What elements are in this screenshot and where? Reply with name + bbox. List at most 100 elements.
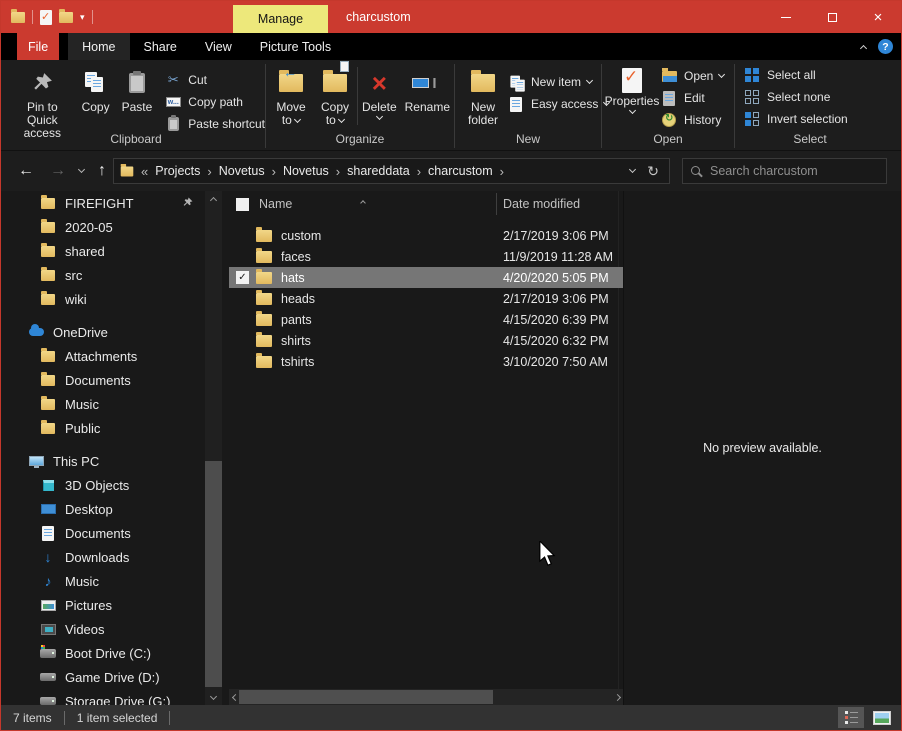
paste-button[interactable]: Paste [118,63,157,116]
qat-new-folder-icon[interactable] [59,12,73,23]
sidebar-item-music[interactable]: Music [1,392,205,416]
refresh-icon[interactable]: ↻ [647,163,659,180]
column-divider[interactable] [496,193,497,215]
column-header-name[interactable]: Name [259,197,292,211]
delete-button[interactable]: × Delete [358,63,401,124]
sidebar-item-desktop[interactable]: Desktop [1,497,205,521]
file-row[interactable]: shirts 4/15/2020 6:32 PM [229,330,623,351]
qat-properties-icon[interactable]: ✓ [40,10,52,25]
tab-manage[interactable]: Manage [233,5,328,33]
select-all-checkbox[interactable] [236,198,249,211]
sidebar-item-boot-drive-c-[interactable]: Boot Drive (C:) [1,641,205,665]
tab-view[interactable]: View [191,33,246,60]
address-bar[interactable]: « Projects › Novetus › Novetus › shareddata › ch… [113,158,670,184]
sidebar-item-downloads[interactable]: Downloads [1,545,205,569]
scroll-down-icon[interactable] [205,691,222,705]
select-all-button[interactable]: Select all [743,64,816,86]
breadcrumb-segment[interactable]: Projects [155,164,200,178]
file-name: tshirts [281,355,314,369]
file-name: custom [281,229,321,243]
sidebar-item-src[interactable]: src [1,263,205,287]
sidebar-item-wiki[interactable]: wiki [1,287,205,311]
file-row[interactable]: custom 2/17/2019 3:06 PM [229,225,623,246]
copy-path-button[interactable]: w... Copy path [164,91,265,113]
sidebar-scrollbar[interactable] [205,191,222,705]
qat-customize-caret-icon[interactable]: ▾ [80,12,85,23]
history-button[interactable]: History [660,109,724,131]
sidebar-item-3d-objects[interactable]: 3D Objects [1,473,205,497]
sidebar-item-2020-05[interactable]: 2020-05 [1,215,205,239]
horizontal-scrollbar-thumb[interactable] [239,690,493,704]
up-button[interactable]: ↑ [91,151,113,191]
copy-to-button[interactable]: Copy to [313,63,357,129]
sidebar-item-documents[interactable]: Documents [1,521,205,545]
sidebar-item-music[interactable]: Music [1,569,205,593]
breadcrumb-segment[interactable]: Novetus [283,164,329,178]
move-to-button[interactable]: ← Move to [269,63,313,129]
sidebar-item-icon [40,600,56,611]
search-input[interactable] [710,164,878,178]
collapse-ribbon-icon[interactable] [860,45,867,52]
sidebar-item-shared[interactable]: shared [1,239,205,263]
file-row[interactable]: heads 2/17/2019 3:06 PM [229,288,623,309]
sidebar-item-game-drive-d-[interactable]: Game Drive (D:) [1,665,205,689]
sidebar-item-attachments[interactable]: Attachments [1,344,205,368]
breadcrumb-separator-icon[interactable]: › [500,164,504,179]
sidebar-item-onedrive[interactable]: OneDrive [1,320,205,344]
forward-button[interactable]: → [45,151,71,191]
tab-file[interactable]: File [17,33,59,60]
new-item-button[interactable]: New item [507,71,609,93]
breadcrumb-separator-icon[interactable]: › [417,164,421,179]
sidebar-item-public[interactable]: Public [1,416,205,440]
sidebar-item-documents[interactable]: Documents [1,368,205,392]
sidebar-item-pictures[interactable]: Pictures [1,593,205,617]
close-button[interactable]: × [855,1,901,33]
column-header-date-modified[interactable]: Date modified [503,197,580,211]
new-folder-button[interactable]: New folder [459,63,507,129]
maximize-button[interactable] [809,1,855,33]
tab-picture-tools[interactable]: Picture Tools [246,33,345,60]
select-none-button[interactable]: Select none [743,86,830,108]
file-row[interactable]: pants 4/15/2020 6:39 PM [229,309,623,330]
invert-selection-button[interactable]: Invert selection [743,108,848,130]
breadcrumb-segment[interactable]: Novetus [219,164,265,178]
sidebar-scrollbar-thumb[interactable] [205,461,222,687]
scroll-right-icon[interactable] [611,689,623,705]
breadcrumb-segment[interactable]: shareddata [347,164,410,178]
help-icon[interactable]: ? [878,39,893,54]
file-row[interactable]: ✓ hats 4/20/2020 5:05 PM [229,267,623,288]
sidebar-item-videos[interactable]: Videos [1,617,205,641]
file-row[interactable]: tshirts 3/10/2020 7:50 AM [229,351,623,372]
breadcrumb-segment[interactable]: charcustom [428,164,493,178]
sidebar-item-firefight[interactable]: FIREFIGHT [1,191,205,215]
sidebar-item-icon [40,351,56,362]
breadcrumb-separator-icon[interactable]: › [272,164,276,179]
minimize-button[interactable] [763,1,809,33]
tab-share[interactable]: Share [130,33,191,60]
address-dropdown-icon[interactable] [629,165,636,172]
sidebar-item-storage-drive-g-[interactable]: Storage Drive (G:) [1,689,205,705]
row-checkbox[interactable]: ✓ [236,271,249,284]
select-all-icon [745,68,759,82]
breadcrumb-separator-icon[interactable]: › [336,164,340,179]
recent-locations-caret[interactable] [73,151,89,191]
scroll-up-icon[interactable] [205,191,222,205]
open-button[interactable]: Open [660,65,724,87]
properties-button[interactable]: ✓ Properties [604,63,660,118]
horizontal-scrollbar[interactable] [229,689,623,705]
tab-home[interactable]: Home [68,33,129,60]
cut-button[interactable]: ✂ Cut [164,69,265,91]
sidebar-item-this-pc[interactable]: This PC [1,449,205,473]
edit-button[interactable]: Edit [660,87,724,109]
search-box[interactable] [682,158,887,184]
pin-to-quick-access-button[interactable]: Pin to Quick access [7,63,78,142]
thumbnail-view-button[interactable] [869,707,895,728]
back-button[interactable]: ← [13,151,39,191]
details-view-button[interactable] [838,707,864,728]
breadcrumb-separator-icon[interactable]: › [207,164,211,179]
rename-button[interactable]: I Rename [401,63,454,116]
file-row[interactable]: faces 11/9/2019 11:28 AM [229,246,623,267]
copy-button[interactable]: Copy [78,63,114,116]
breadcrumb-collapsed-icon[interactable]: « [141,164,148,179]
easy-access-button[interactable]: Easy access [507,93,609,115]
